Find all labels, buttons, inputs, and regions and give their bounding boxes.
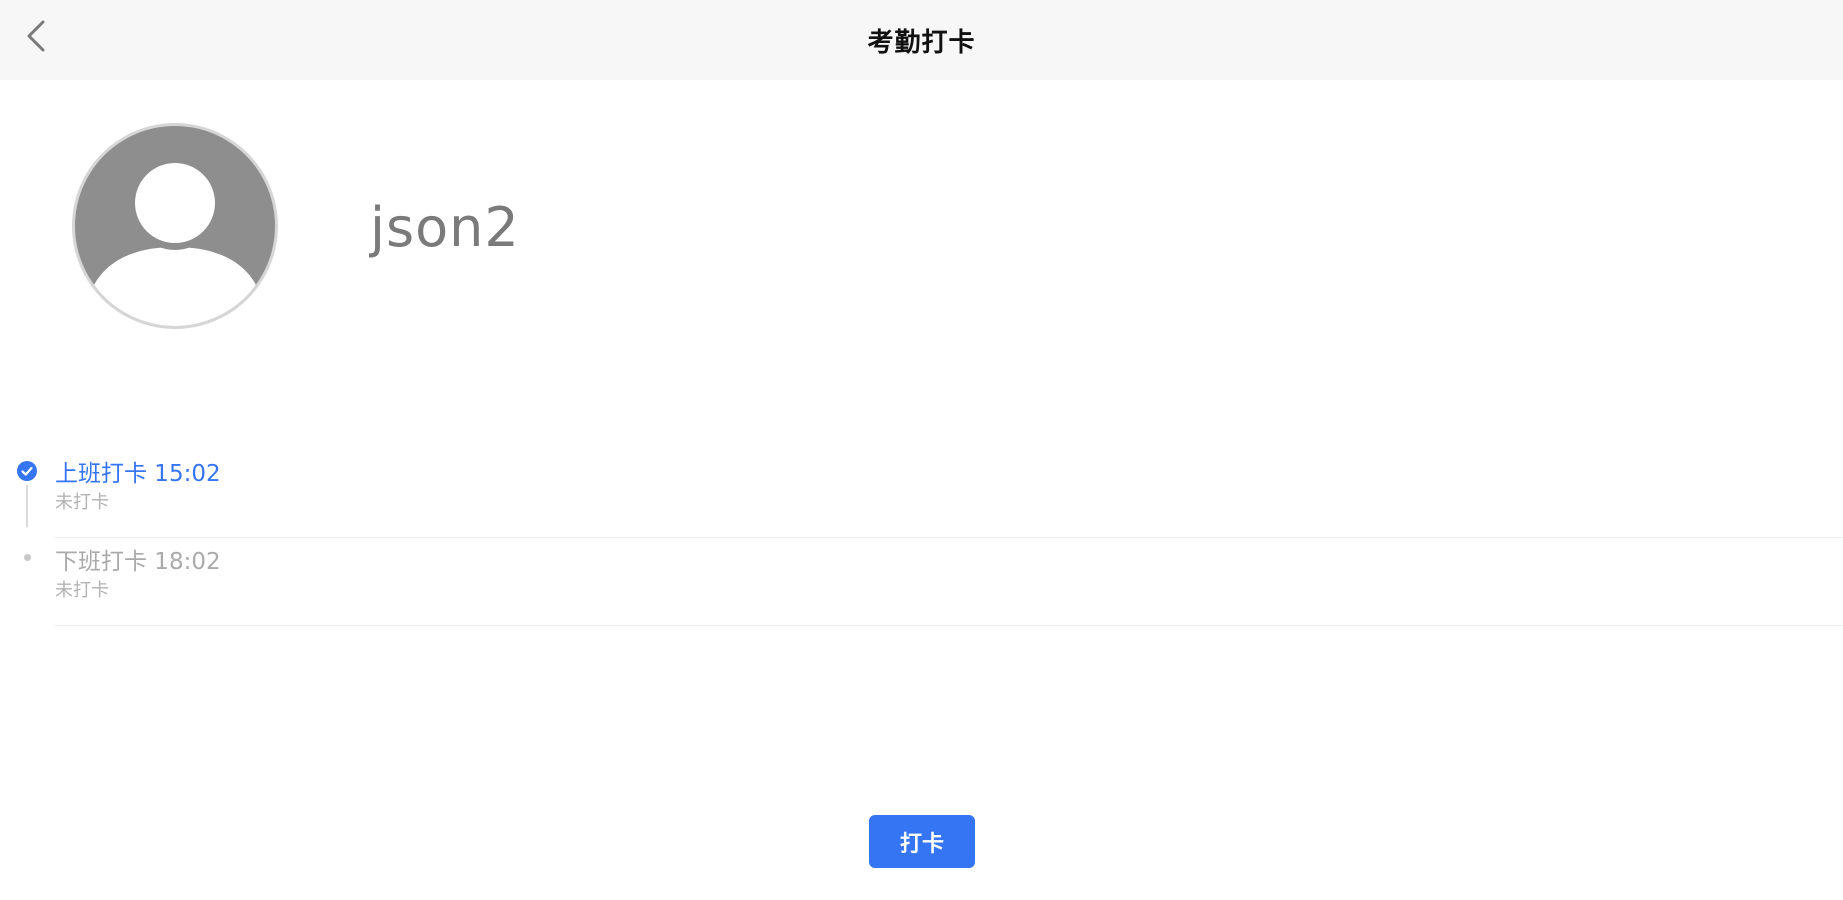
user-name: json2 <box>370 196 520 259</box>
timeline-connector <box>26 485 28 527</box>
record-clock-out: 下班打卡 18:02 未打卡 <box>0 538 1843 626</box>
record-clock-in: 上班打卡 15:02 未打卡 <box>0 450 1843 538</box>
record-title: 上班打卡 15:02 <box>55 461 221 487</box>
page-title: 考勤打卡 <box>867 28 976 58</box>
punch-button[interactable]: 打卡 <box>869 815 975 868</box>
record-status: 未打卡 <box>55 580 109 601</box>
user-avatar-icon <box>72 123 278 329</box>
nav-bar: 考勤打卡 <box>0 0 1843 80</box>
record-title: 下班打卡 18:02 <box>55 549 221 575</box>
divider <box>55 625 1843 626</box>
dot-icon <box>24 554 31 561</box>
record-status: 未打卡 <box>55 492 109 513</box>
avatar <box>72 123 278 329</box>
check-circle-icon <box>17 461 37 481</box>
